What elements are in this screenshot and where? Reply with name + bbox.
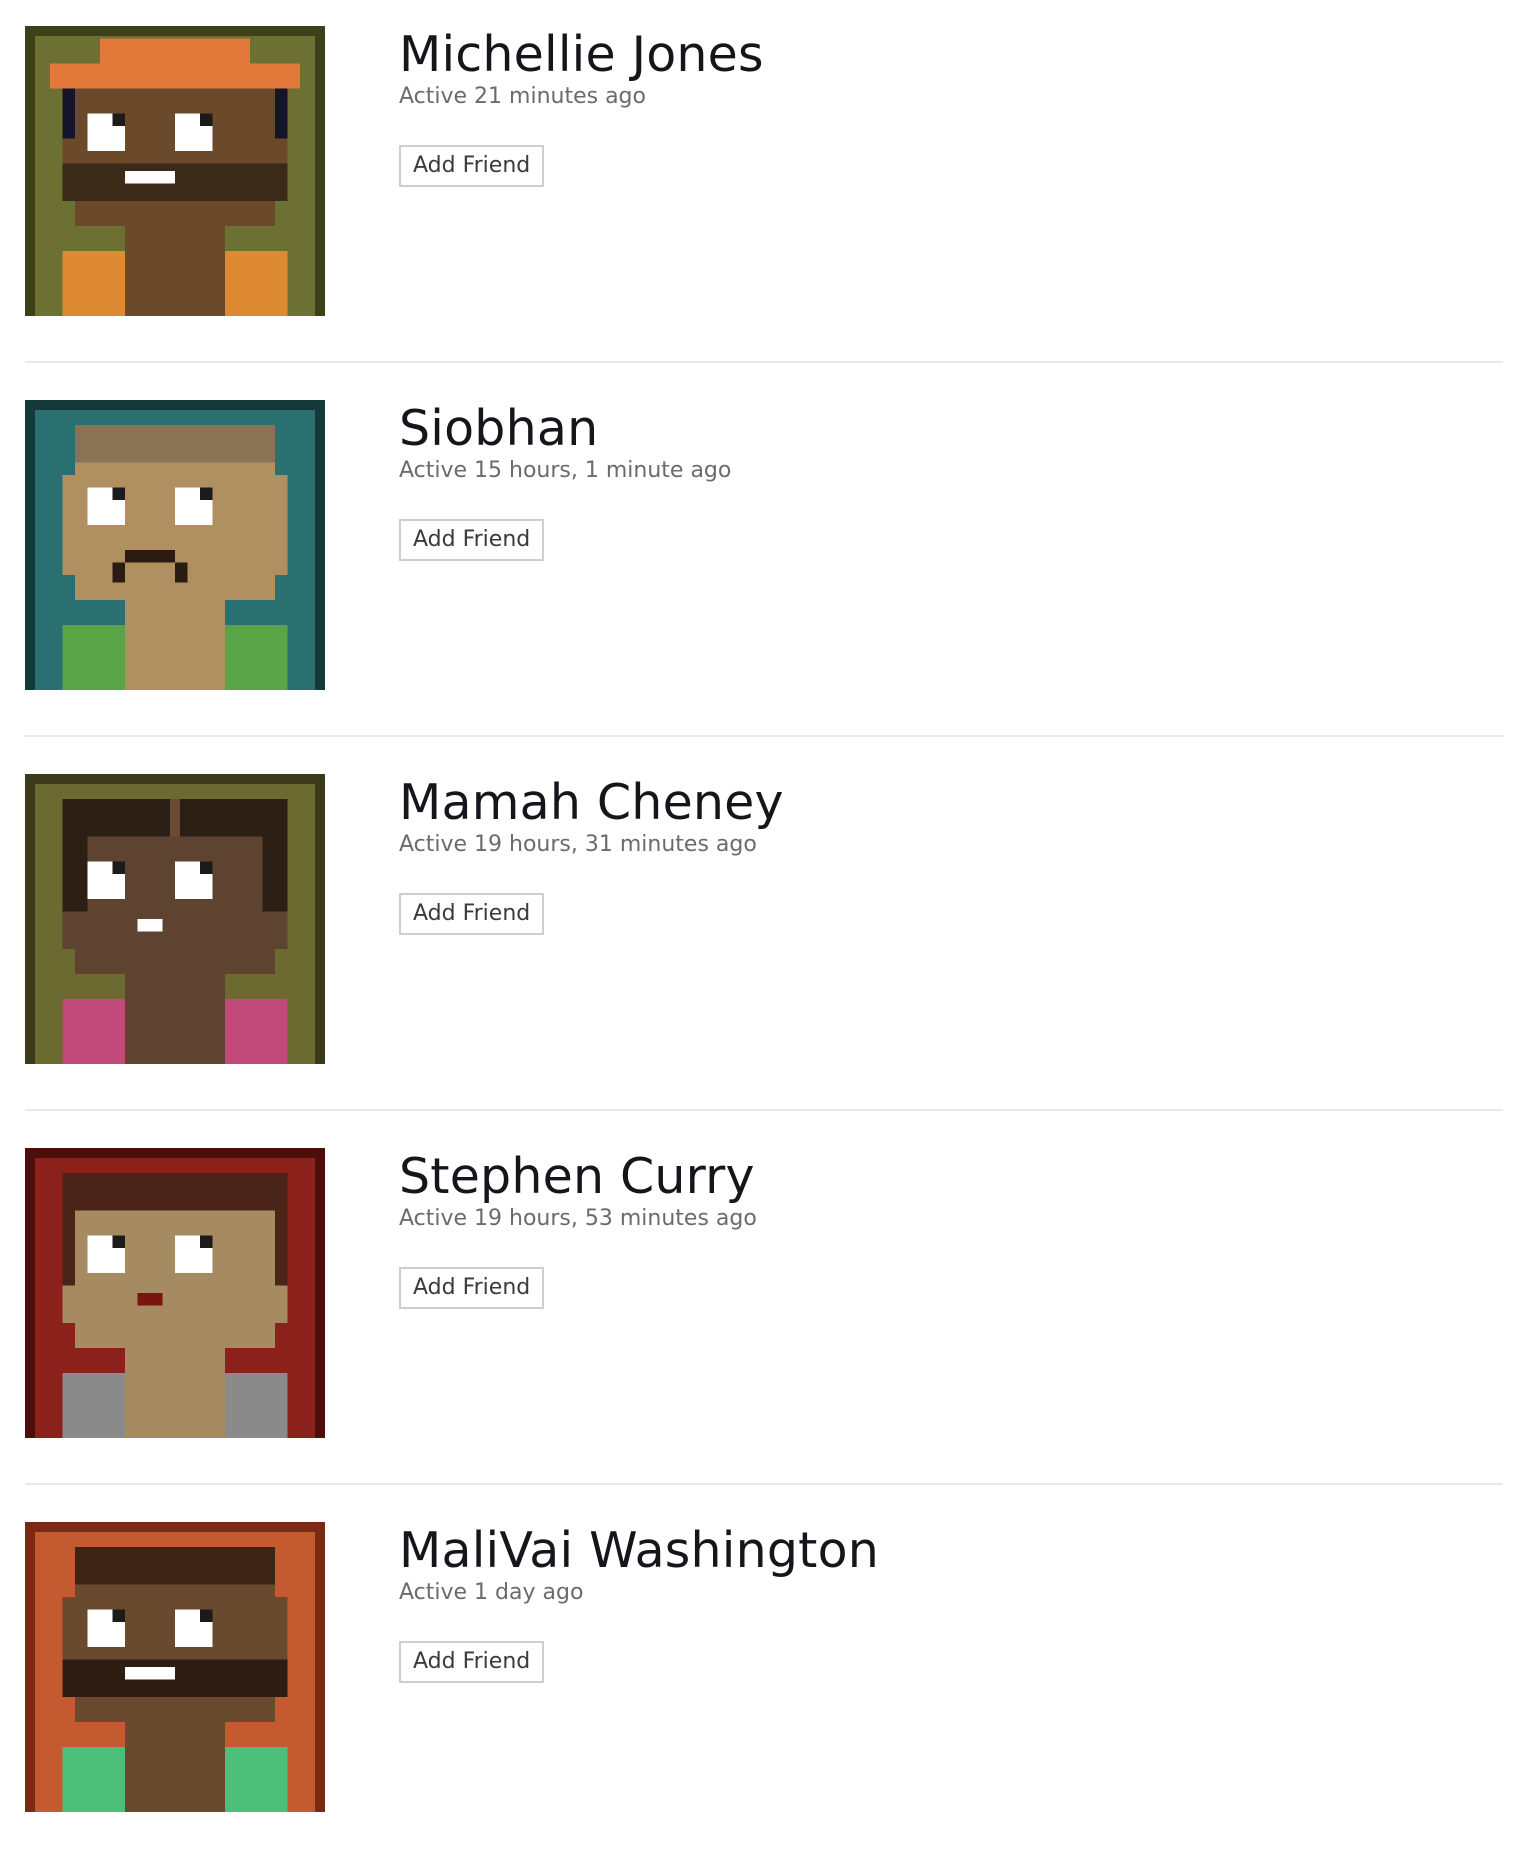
row-divider — [25, 735, 1503, 737]
activity-status: Active 15 hours, 1 minute ago — [399, 458, 732, 483]
pupil — [112, 1609, 125, 1622]
friend-name[interactable]: Mamah Cheney — [399, 772, 784, 834]
avatar[interactable] — [25, 400, 325, 700]
add-friend-button[interactable]: Add Friend — [399, 519, 545, 561]
mouth — [125, 1667, 175, 1680]
pupil — [200, 1609, 213, 1622]
friend-row: Stephen Curry Active 19 hours, 53 minute… — [25, 1122, 1503, 1496]
mouth — [137, 1293, 163, 1306]
shirt — [225, 1373, 288, 1438]
friend-row: Michellie Jones Active 21 minutes ago Ad… — [25, 0, 1503, 374]
add-friend-button[interactable]: Add Friend — [399, 145, 545, 187]
mustache — [112, 562, 125, 583]
hair — [275, 1210, 288, 1286]
mouth — [137, 919, 163, 932]
shirt — [62, 251, 125, 316]
avatar[interactable] — [25, 1148, 325, 1448]
shirt — [225, 251, 288, 316]
hair — [62, 1210, 75, 1286]
pixel-portrait-image — [25, 1148, 325, 1438]
friend-name[interactable]: Michellie Jones — [399, 24, 764, 86]
pixel-portrait-image — [25, 400, 325, 690]
friend-info: Stephen Curry Active 19 hours, 53 minute… — [399, 1146, 757, 1309]
friend-row: Siobhan Active 15 hours, 1 minute ago Ad… — [25, 374, 1503, 748]
neck — [125, 1348, 225, 1438]
friend-info: Michellie Jones Active 21 minutes ago Ad… — [399, 24, 764, 187]
avatar[interactable] — [25, 26, 325, 326]
pupil — [112, 861, 125, 874]
row-divider — [25, 1109, 1503, 1111]
neck — [125, 1722, 225, 1812]
add-friend-button[interactable]: Add Friend — [399, 1267, 545, 1309]
activity-status: Active 19 hours, 31 minutes ago — [399, 832, 757, 857]
shirt — [225, 625, 288, 690]
pixel-portrait-image — [25, 1522, 325, 1812]
shirt — [62, 1747, 125, 1812]
shirt — [62, 999, 125, 1064]
hair — [262, 836, 288, 912]
shirt — [62, 1373, 125, 1438]
add-friend-button[interactable]: Add Friend — [399, 1641, 545, 1683]
activity-status: Active 21 minutes ago — [399, 84, 646, 109]
hat — [100, 38, 250, 64]
hair — [62, 836, 88, 912]
row-divider — [25, 1483, 1503, 1485]
neck — [125, 600, 225, 690]
hat-brim — [50, 63, 300, 89]
friend-info: MaliVai Washington Active 1 day ago Add … — [399, 1520, 879, 1683]
sideburn — [62, 88, 75, 139]
pupil — [200, 487, 213, 500]
friend-name[interactable]: Stephen Curry — [399, 1146, 757, 1208]
add-friend-button[interactable]: Add Friend — [399, 893, 545, 935]
pupil — [112, 1235, 125, 1248]
hair — [75, 1547, 275, 1585]
avatar[interactable] — [25, 774, 325, 1074]
shirt — [225, 1747, 288, 1812]
friend-row: MaliVai Washington Active 1 day ago Add … — [25, 1496, 1503, 1870]
mustache — [175, 562, 188, 583]
friend-row: Mamah Cheney Active 19 hours, 31 minutes… — [25, 748, 1503, 1122]
hair-part — [170, 799, 180, 837]
activity-status: Active 19 hours, 53 minutes ago — [399, 1206, 757, 1231]
sideburn — [275, 88, 288, 139]
friend-name[interactable]: Siobhan — [399, 398, 731, 460]
avatar[interactable] — [25, 1522, 325, 1822]
pixel-portrait-image — [25, 26, 325, 316]
mustache — [125, 550, 175, 563]
pixel-portrait-image — [25, 774, 325, 1064]
friend-info: Mamah Cheney Active 19 hours, 31 minutes… — [399, 772, 784, 935]
hair — [75, 425, 275, 463]
friend-name[interactable]: MaliVai Washington — [399, 1520, 879, 1582]
pupil — [112, 487, 125, 500]
neck — [125, 226, 225, 316]
shirt — [225, 999, 288, 1064]
pupil — [200, 113, 213, 126]
shirt — [62, 625, 125, 690]
activity-status: Active 1 day ago — [399, 1580, 584, 1605]
mouth — [125, 171, 175, 184]
pupil — [200, 1235, 213, 1248]
pupil — [112, 113, 125, 126]
pupil — [200, 861, 213, 874]
row-divider — [25, 361, 1503, 363]
hair — [62, 1173, 288, 1211]
friend-info: Siobhan Active 15 hours, 1 minute ago Ad… — [399, 398, 731, 561]
neck — [125, 974, 225, 1064]
